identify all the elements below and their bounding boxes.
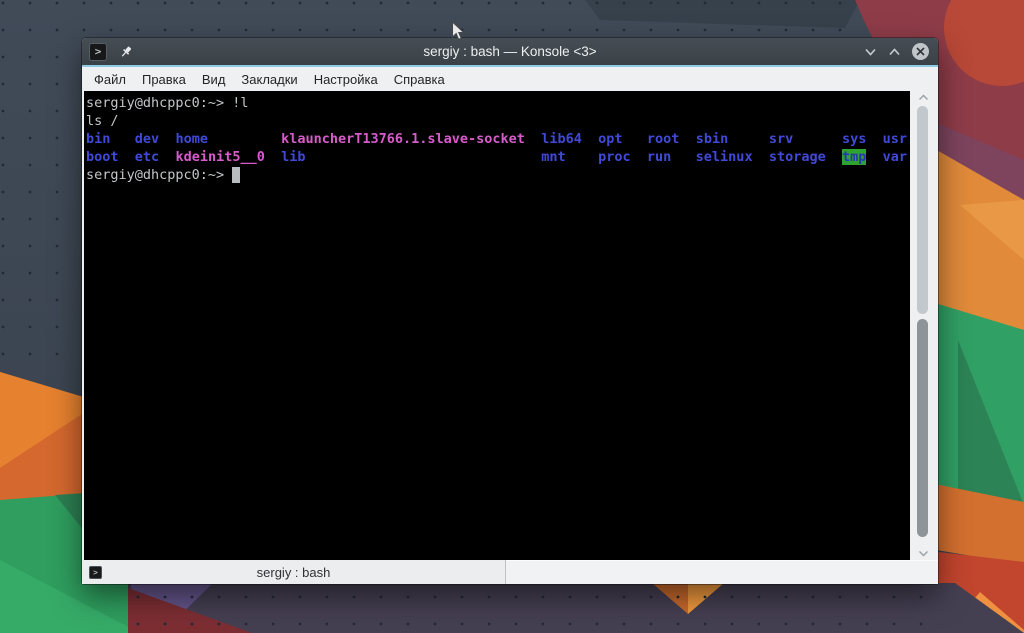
menu-bar: Файл Правка Вид Закладки Настройка Справка <box>82 67 938 91</box>
terminal-scrollbar[interactable] <box>910 91 936 560</box>
terminal-line: sergiy@dhcppc0:~> !l <box>86 95 249 111</box>
terminal-line: ls / <box>86 113 119 129</box>
konsole-app-icon[interactable]: > <box>89 42 107 61</box>
terminal-content: sergiy@dhcppc0:~> !l ls / bin dev home kla… <box>82 91 938 560</box>
minimize-button[interactable] <box>864 48 877 56</box>
scrollbar-thumb[interactable] <box>917 319 928 537</box>
tab-icon-glyph: > <box>93 567 98 577</box>
tab-bar: > sergiy : bash <box>82 560 938 584</box>
pin-icon[interactable] <box>119 45 133 59</box>
menu-item-6[interactable]: Справка <box>386 72 453 87</box>
terminal-screen[interactable]: sergiy@dhcppc0:~> !l ls / bin dev home kla… <box>84 91 910 560</box>
menu-item-3[interactable]: Вид <box>194 72 234 87</box>
menu-item-2[interactable]: Правка <box>134 72 194 87</box>
mouse-cursor-icon <box>451 21 466 41</box>
scrollbar-down-icon[interactable] <box>910 550 936 557</box>
konsole-window: > sergiy : bash — Konsole <3> Файл Правк… <box>82 38 938 584</box>
window-controls <box>864 43 929 60</box>
terminal-tab-icon: > <box>89 565 102 579</box>
tab-bar-empty-area[interactable] <box>506 560 938 584</box>
menu-item-4[interactable]: Закладки <box>233 72 305 87</box>
terminal-line: boot etc kdeinit5__0 lib mnt proc run se… <box>86 149 908 165</box>
menu-item-5[interactable]: Настройка <box>306 72 386 87</box>
window-title: sergiy : bash — Konsole <3> <box>423 44 597 59</box>
titlebar[interactable]: > sergiy : bash — Konsole <3> <box>82 38 938 67</box>
tab-label: sergiy : bash <box>256 564 331 580</box>
scrollbar-up-icon[interactable] <box>910 94 936 101</box>
terminal-line: sergiy@dhcppc0:~> <box>86 166 910 184</box>
menu-item-1[interactable]: Файл <box>86 72 134 87</box>
scrollbar-track-segment[interactable] <box>917 106 928 314</box>
terminal-line: bin dev home klauncherT13766.1.slave-soc… <box>86 131 908 147</box>
app-icon-glyph: > <box>94 45 102 58</box>
desktop: > sergiy : bash — Konsole <3> Файл Правк… <box>0 0 1024 633</box>
maximize-button[interactable] <box>888 47 901 56</box>
tab-sergiy-bash[interactable]: > sergiy : bash <box>82 560 506 584</box>
close-button[interactable] <box>912 43 929 60</box>
